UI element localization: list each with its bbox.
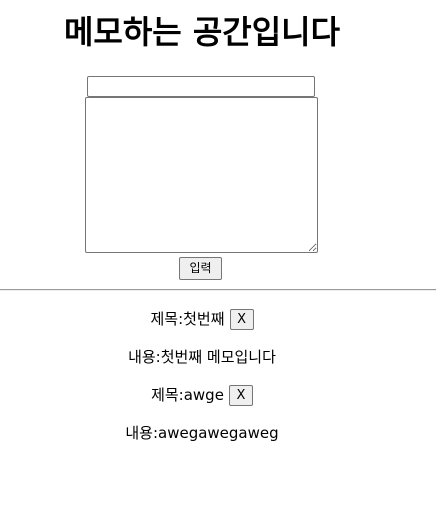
memo-content-row: 내용: awegawegaweg [0, 419, 404, 447]
divider [0, 289, 436, 291]
memo-content-label: 내용: [125, 424, 158, 442]
delete-memo-button[interactable]: X [228, 384, 253, 406]
memo-content: 첫번째 메모입니다 [160, 348, 276, 366]
memo-item: 제목: 첫번째 X 내용: 첫번째 메모입니다 [0, 305, 404, 371]
memo-title-input[interactable] [87, 76, 315, 97]
memo-title: 첫번째 [183, 310, 225, 328]
memo-title-row: 제목: 첫번째 X [0, 305, 404, 333]
page-title: 메모하는 공간입니다 [63, 13, 341, 51]
memo-content-row: 내용: 첫번째 메모입니다 [0, 343, 404, 371]
submit-button[interactable]: 입력 [179, 257, 222, 280]
delete-memo-button[interactable]: X [229, 308, 254, 330]
memo-content: awegawegaweg [158, 424, 279, 442]
memo-title-row: 제목: awge X [0, 381, 404, 409]
memo-title-label: 제목: [151, 386, 184, 404]
memo-title-label: 제목: [150, 310, 184, 328]
memo-title: awge [183, 386, 224, 404]
memo-item: 제목: awge X 내용: awegawegaweg [0, 381, 404, 447]
memo-list: 제목: 첫번째 X 내용: 첫번째 메모입니다 제목: awge X 내용: a… [0, 305, 404, 447]
memo-content-label: 내용: [128, 348, 161, 366]
memo-content-textarea[interactable] [85, 97, 318, 253]
